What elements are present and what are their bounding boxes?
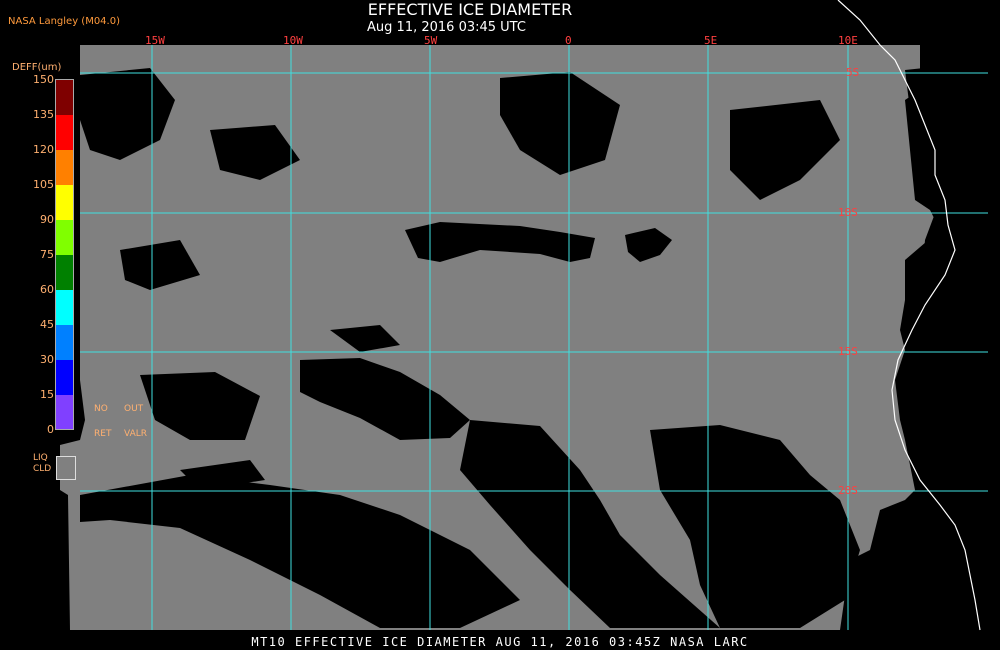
colorbar-segment [56, 325, 74, 360]
colorbar-tick: 120 [33, 143, 54, 156]
colorbar-tick: 60 [40, 283, 54, 296]
colorbar-tick: 30 [40, 353, 54, 366]
colorbar-segment [56, 185, 74, 220]
colorbar-segment [56, 395, 74, 430]
colorbar-tick: 15 [40, 388, 54, 401]
lon-label-15w: 15W [145, 34, 165, 47]
colorbar-tick: 150 [33, 73, 54, 86]
colorbar-segment [56, 255, 74, 290]
colorbar-tick: 90 [40, 213, 54, 226]
colorbar-segment [56, 290, 74, 325]
map-timestamp: Aug 11, 2016 03:45 UTC [367, 20, 526, 35]
colorbar-tick: 105 [33, 178, 54, 191]
lon-label-10w: 10W [283, 34, 303, 47]
lat-label-20s: 20S [838, 484, 858, 497]
colorbar-tick: 0 [47, 423, 54, 436]
map-title: EFFECTIVE ICE DIAMETER [367, 0, 573, 19]
colorbar-segment [56, 150, 74, 185]
lon-label-5e: 5E [704, 34, 718, 47]
colorbar-segment [56, 115, 74, 150]
liquid-cloud-swatch [56, 456, 76, 480]
lat-label-15s: 15S [838, 345, 858, 358]
lon-label-0: 0 [565, 34, 572, 47]
out-valr-label-line1: OUT [124, 404, 144, 414]
lat-label-5s: 5S [846, 66, 860, 79]
lon-label-5w: 5W [424, 34, 438, 47]
liq-cld-label-line1: LIQ [33, 453, 48, 463]
colorbar-tick: 75 [40, 248, 54, 261]
colorbar-units: DEFF(um) [12, 62, 62, 73]
lon-label-10e: 10E [838, 34, 858, 47]
lat-label-10s: 10S [838, 206, 858, 219]
colorbar-segment [56, 80, 74, 115]
liq-cld-label-line2: CLD [33, 464, 52, 474]
footer-caption: MT10 EFFECTIVE ICE DIAMETER AUG 11, 2016… [251, 635, 749, 649]
out-valr-label-line2: VALR [124, 429, 148, 439]
colorbar-segment [56, 220, 74, 255]
colorbar-segment [56, 360, 74, 395]
colorbar-tick: 135 [33, 108, 54, 121]
colorbar-tick: 45 [40, 318, 54, 331]
satellite-map [60, 0, 1000, 631]
no-ret-label-line2: RET [94, 429, 112, 439]
no-ret-label-line1: NO [94, 404, 108, 414]
